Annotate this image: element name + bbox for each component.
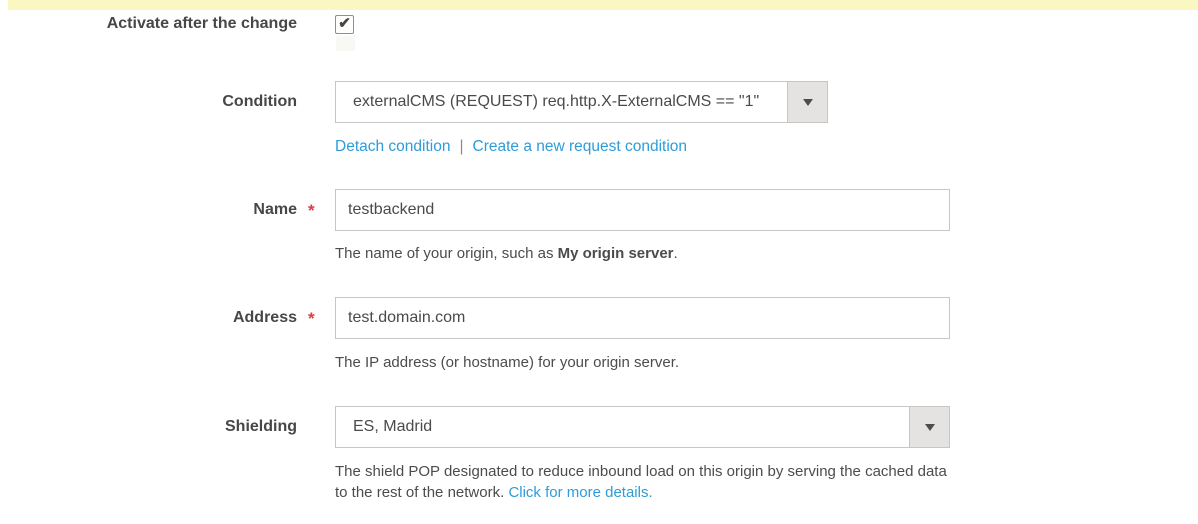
- address-help-text: The IP address (or hostname) for your or…: [0, 352, 1198, 373]
- condition-links-row: Detach condition | Create a new request …: [0, 136, 1198, 157]
- checkmark-icon: ✔: [338, 16, 351, 31]
- shielding-select-value: ES, Madrid: [336, 407, 909, 447]
- field-row-condition: Condition externalCMS (REQUEST) req.http…: [0, 81, 1198, 123]
- shielding-select[interactable]: ES, Madrid: [335, 406, 950, 448]
- shielding-help-text: The shield POP designated to reduce inbo…: [0, 461, 960, 503]
- name-help-suffix: .: [674, 245, 678, 262]
- origin-form: Activate after the change ✔ Condition ex…: [0, 0, 1198, 503]
- detach-condition-link[interactable]: Detach condition: [335, 138, 450, 156]
- field-row-name: Name *: [0, 189, 1198, 231]
- name-label: Name: [0, 201, 297, 219]
- condition-select[interactable]: externalCMS (REQUEST) req.http.X-Externa…: [335, 81, 828, 123]
- condition-dropdown-button[interactable]: [787, 82, 827, 122]
- name-input[interactable]: [335, 189, 950, 231]
- shielding-more-details-link[interactable]: Click for more details.: [508, 484, 652, 501]
- field-row-shielding: Shielding ES, Madrid: [0, 406, 1198, 448]
- shielding-dropdown-button[interactable]: [909, 407, 949, 447]
- chevron-down-icon: [803, 99, 813, 106]
- condition-label: Condition: [0, 93, 297, 111]
- chevron-down-icon: [925, 424, 935, 431]
- name-help-text: The name of your origin, such as My orig…: [0, 243, 1198, 264]
- name-help-prefix: The name of your origin, such as: [335, 245, 558, 262]
- activate-label: Activate after the change: [0, 15, 297, 33]
- address-required-asterisk: *: [297, 310, 335, 327]
- activate-checkbox[interactable]: ✔: [335, 15, 354, 34]
- address-input[interactable]: [335, 297, 950, 339]
- unsaved-changes-banner: [8, 0, 1198, 10]
- condition-select-value: externalCMS (REQUEST) req.http.X-Externa…: [336, 82, 787, 122]
- checkbox-shadow: [336, 36, 355, 51]
- name-help-bold: My origin server: [558, 245, 674, 262]
- address-label: Address: [0, 309, 297, 327]
- shielding-label: Shielding: [0, 418, 297, 436]
- field-row-activate: Activate after the change ✔: [0, 13, 1198, 35]
- name-required-asterisk: *: [297, 202, 335, 219]
- field-row-address: Address *: [0, 297, 1198, 339]
- links-separator: |: [459, 138, 463, 156]
- create-request-condition-link[interactable]: Create a new request condition: [473, 138, 688, 156]
